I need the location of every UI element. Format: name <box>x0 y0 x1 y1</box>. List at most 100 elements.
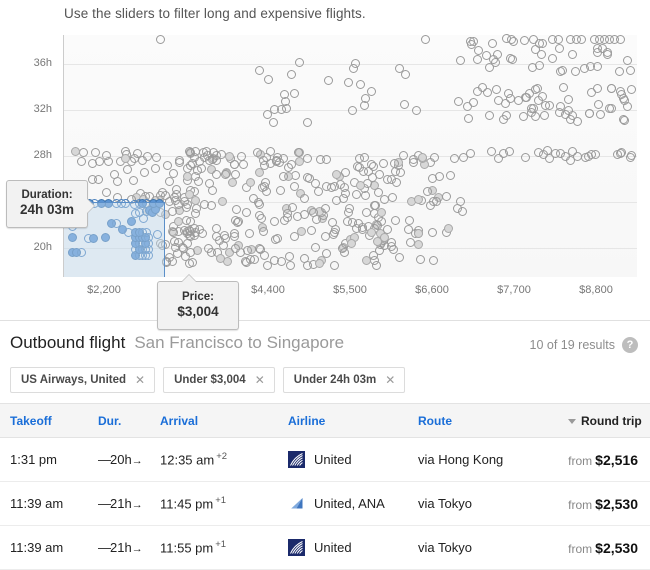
duration-value: 21h <box>110 540 132 555</box>
data-point <box>173 216 183 226</box>
data-point <box>269 216 279 226</box>
data-point <box>573 116 583 126</box>
x-axis-tick-label: $2,200 <box>87 284 121 296</box>
close-icon[interactable]: ✕ <box>255 374 265 386</box>
table-row[interactable]: 11:39 am —21h→ 11:55 pm +1 United via Tokyo fr… <box>0 525 650 570</box>
duration-slider-handle[interactable]: Duration: 24h 03m <box>6 180 95 229</box>
data-point <box>152 229 162 239</box>
data-point <box>241 207 251 217</box>
price-slider-handle[interactable]: Price: $3,004 <box>157 273 239 331</box>
x-axis-tick-label: $8,800 <box>579 284 613 296</box>
data-point <box>615 66 625 76</box>
data-point <box>394 253 404 263</box>
data-point <box>454 97 464 107</box>
data-point <box>315 259 325 269</box>
data-point <box>326 182 336 192</box>
united-logo <box>288 539 305 556</box>
close-icon[interactable]: ✕ <box>135 374 145 386</box>
data-point <box>465 149 475 159</box>
table-row[interactable]: 1:31 pm —20h→ 12:35 am +2 United via Hong Kon… <box>0 437 650 482</box>
x-axis-tick-label: $6,600 <box>415 284 449 296</box>
data-point <box>182 171 192 181</box>
column-header-airline[interactable]: Airline <box>288 403 418 438</box>
table-row[interactable]: 11:39 am —21h→ 11:45 pm +1 United, ANA via To… <box>0 481 650 526</box>
price-prefix: from <box>568 541 593 556</box>
cell-price[interactable]: from $2,530 <box>568 525 650 570</box>
data-point <box>185 161 195 171</box>
route-summary: San Francisco to Singapore <box>134 333 345 352</box>
close-icon[interactable]: ✕ <box>385 374 395 386</box>
data-point <box>245 229 255 239</box>
cell-price[interactable]: from $2,530 <box>568 481 650 526</box>
data-point <box>373 188 383 198</box>
data-point <box>322 249 332 259</box>
data-point <box>67 233 77 243</box>
arrival-day-offset: +1 <box>215 539 227 551</box>
data-point <box>164 252 174 262</box>
duration-dash: — <box>98 496 111 511</box>
data-point <box>279 171 289 181</box>
data-point <box>120 154 130 164</box>
data-point <box>308 207 318 217</box>
data-point <box>260 251 270 261</box>
cell-duration: —20h→ <box>98 437 160 482</box>
cell-arrival: 12:35 am +2 <box>160 437 288 482</box>
data-point <box>457 206 467 216</box>
data-point <box>445 170 455 180</box>
column-header-route[interactable]: Route <box>418 403 568 438</box>
data-point <box>156 35 166 45</box>
scatter-plot-area[interactable] <box>63 33 637 277</box>
data-point <box>162 160 172 170</box>
data-point <box>104 156 114 166</box>
data-point <box>169 168 179 178</box>
data-point <box>323 76 333 86</box>
data-point <box>417 152 427 162</box>
filter-chip[interactable]: US Airways, United ✕ <box>10 367 156 393</box>
data-point <box>404 215 414 225</box>
data-point <box>488 55 498 65</box>
data-point <box>211 223 221 233</box>
data-point <box>112 177 122 187</box>
data-point <box>111 198 121 208</box>
duration-handle-value: 24h 03m <box>19 202 75 218</box>
filter-chip[interactable]: Under 24h 03m ✕ <box>282 367 406 393</box>
data-point <box>120 198 130 208</box>
data-point <box>593 99 603 109</box>
data-point <box>155 238 165 248</box>
flight-results-table: Takeoff Dur. Arrival Airline Route Round trip… <box>0 403 650 570</box>
data-point <box>209 147 219 157</box>
data-point <box>238 160 248 170</box>
column-header-dur[interactable]: Dur. <box>98 403 160 438</box>
data-point <box>275 185 285 195</box>
duration-value: 21h <box>110 496 132 511</box>
question-mark-icon[interactable]: ? <box>622 337 638 353</box>
airline-name: United <box>314 540 352 555</box>
cell-airline: United <box>288 525 418 570</box>
column-header-price[interactable]: Round trip <box>568 403 650 438</box>
data-point <box>141 227 151 237</box>
cell-duration: —21h→ <box>98 525 160 570</box>
column-header-label: Dur. <box>98 414 122 428</box>
filter-chip[interactable]: Under $3,004 ✕ <box>163 367 275 393</box>
column-header-takeoff[interactable]: Takeoff <box>0 403 98 438</box>
cell-takeoff: 11:39 am <box>0 525 98 570</box>
data-point <box>413 195 423 205</box>
data-point <box>338 193 348 203</box>
data-point <box>558 83 568 93</box>
data-point <box>528 63 538 73</box>
column-header-arrival[interactable]: Arrival <box>160 403 288 438</box>
data-point <box>285 260 295 270</box>
data-point <box>101 187 111 197</box>
cell-price[interactable]: from $2,516 <box>568 437 650 482</box>
data-point <box>231 215 241 225</box>
filter-chip-list: US Airways, United ✕ Under $3,004 ✕ Under 24… <box>0 361 650 403</box>
data-point <box>217 196 227 206</box>
data-point <box>236 151 246 161</box>
data-point <box>573 151 583 161</box>
data-point <box>422 186 432 196</box>
data-point <box>229 231 239 241</box>
data-point <box>129 176 139 186</box>
data-point <box>231 243 240 253</box>
data-point <box>229 160 239 170</box>
data-point <box>340 247 349 257</box>
